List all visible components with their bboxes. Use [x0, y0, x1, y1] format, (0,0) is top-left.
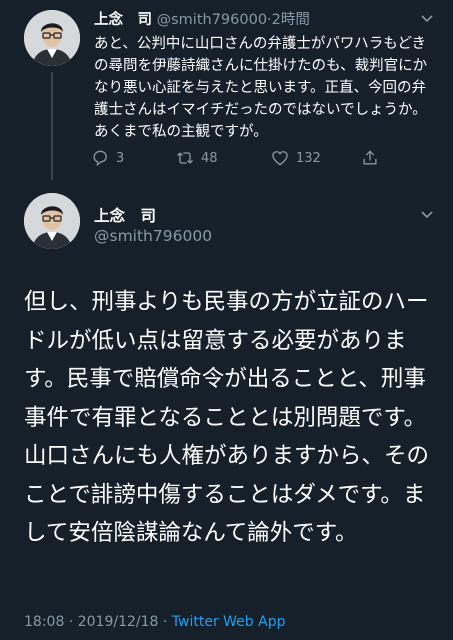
- reply-actions: 3 48 132: [90, 148, 390, 170]
- main-author-handle[interactable]: @smith796000: [94, 227, 212, 245]
- tweet-time: 18:08: [24, 614, 65, 630]
- main-author-name[interactable]: 上念 司: [94, 204, 156, 226]
- share-icon: [363, 150, 377, 165]
- reply-author-name[interactable]: 上念 司: [94, 12, 152, 28]
- retweet-button[interactable]: 48: [175, 148, 218, 168]
- reply-text: あと、公判中に山口さんの弁護士がパワハラもどきの尋問を伊藤詩織さんに仕掛けたのも…: [94, 36, 428, 140]
- reply-tweet[interactable]: 上念 司 @smith796000·2時間 あと、公判中に山口さんの弁護士がパワ…: [0, 0, 453, 180]
- chevron-down-icon[interactable]: [419, 10, 435, 26]
- retweet-count: 48: [201, 150, 218, 166]
- chevron-down-icon[interactable]: [419, 206, 435, 222]
- meta-separator: ·: [68, 614, 74, 630]
- tweet-source-link[interactable]: Twitter Web App: [172, 614, 286, 630]
- main-tweet-text: 但し、刑事よりも民事の方が立証のハードルが低い点は留意する必要があります。民事で…: [24, 289, 430, 546]
- reply-icon: [93, 150, 107, 167]
- reply-time[interactable]: 2時間: [272, 12, 310, 28]
- like-button[interactable]: 132: [270, 148, 321, 168]
- reply-avatar[interactable]: [24, 10, 80, 66]
- reply-author-handle[interactable]: @smith796000: [157, 12, 267, 28]
- thread-line: [51, 72, 53, 180]
- retweet-icon: [177, 152, 193, 164]
- like-icon: [272, 151, 288, 166]
- meta-separator: ·: [162, 614, 168, 630]
- reply-count: 3: [116, 150, 125, 166]
- tweet-meta: 18:08 · 2019/12/18 · Twitter Web App: [24, 614, 285, 630]
- main-avatar[interactable]: [24, 193, 80, 249]
- like-count: 132: [296, 150, 321, 166]
- share-button[interactable]: [360, 148, 380, 168]
- reply-button[interactable]: 3: [90, 148, 124, 168]
- reply-header: 上念 司 @smith796000·2時間: [94, 10, 310, 30]
- tweet-date: 2019/12/18: [77, 614, 159, 630]
